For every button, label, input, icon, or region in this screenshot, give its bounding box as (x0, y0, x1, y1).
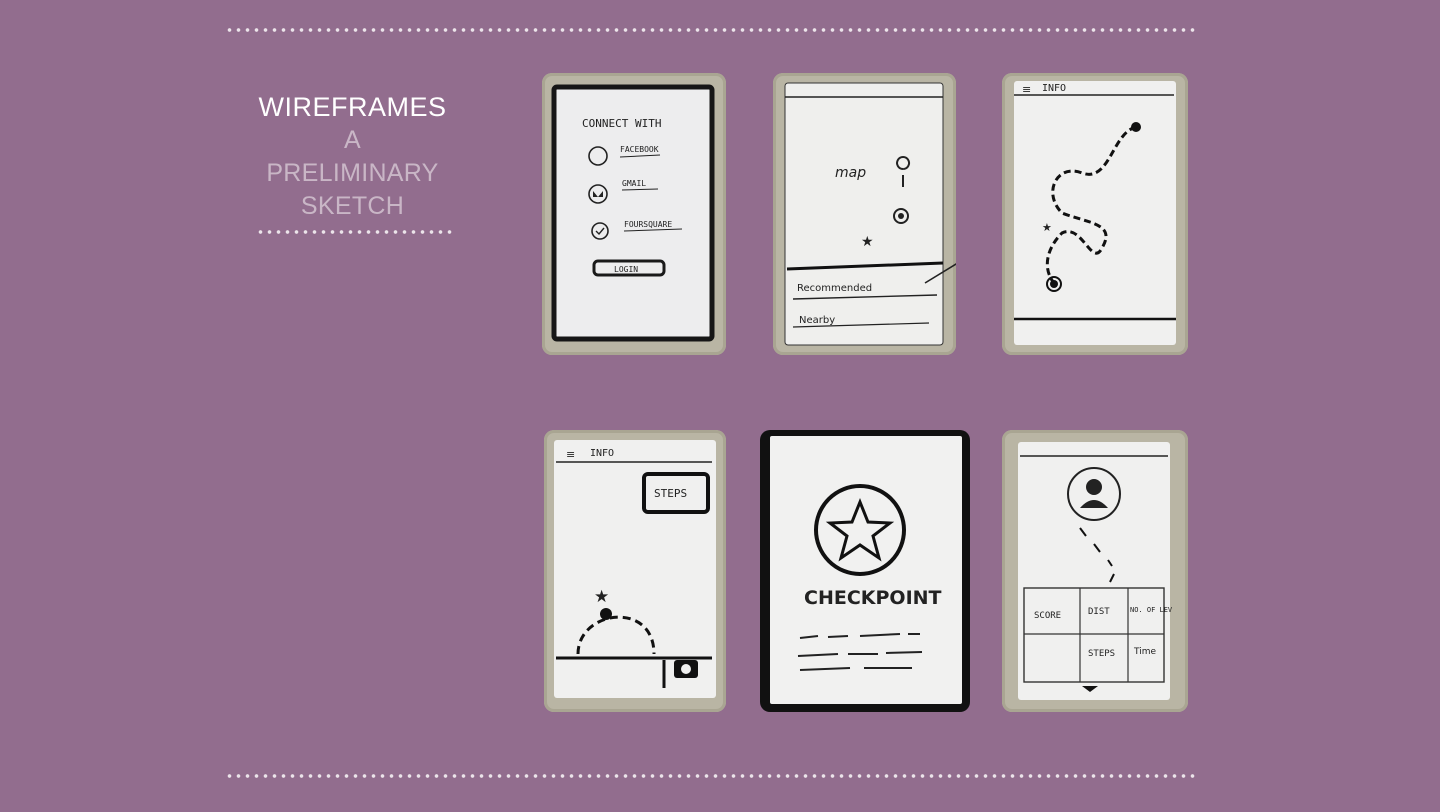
star-icon: ★ (594, 587, 609, 607)
checkpoint-wireframe-sketch: CHECKPOINT (760, 430, 970, 712)
steps-wireframe-sketch: ≡ INFO STEPS ★ (544, 430, 726, 712)
start-point-icon (1050, 280, 1058, 288)
section-recommended: Recommended (797, 283, 872, 294)
route-header: INFO (1042, 83, 1066, 94)
stats-wireframe-sketch: SCORE DIST NO. OF LEV STEPS Time (1002, 430, 1188, 712)
steps-header: INFO (590, 448, 614, 459)
login-option-facebook: FACEBOOK (620, 145, 659, 154)
subtitle-line-3: SKETCH (300, 192, 405, 220)
menu-icon: ≡ (1022, 83, 1031, 96)
map-wireframe-sketch: map ★ Recommended Nearby (773, 73, 956, 355)
top-dotted-divider (225, 28, 1197, 32)
login-heading: CONNECT WITH (582, 117, 661, 130)
login-option-foursquare: FOURSQUARE (624, 220, 672, 229)
login-option-gmail: GMAIL (622, 179, 646, 188)
bottom-dotted-divider (225, 774, 1197, 778)
title-block: WIREFRAMES A PRELIMINARY SKETCH (230, 90, 475, 234)
title-dotted-underline (256, 230, 454, 234)
route-wireframe-sketch: ≡ INFO ★ (1002, 73, 1188, 355)
subtitle-line-1: A (344, 126, 361, 154)
stat-score: SCORE (1034, 611, 1061, 621)
page-title: WIREFRAMES (258, 92, 447, 122)
login-wireframe-sketch: CONNECT WITH FACEBOOK GMAIL FOURSQUARE L… (542, 73, 726, 355)
map-label: map (835, 165, 866, 181)
small-star-icon: ★ (1042, 221, 1052, 234)
menu-icon: ≡ (566, 448, 575, 461)
login-button-label: LOGIN (614, 265, 638, 274)
subtitle-line-2: PRELIMINARY (266, 159, 439, 187)
stat-levels: NO. OF LEV (1130, 606, 1173, 614)
steps-button-label: STEPS (654, 487, 687, 500)
stat-time: Time (1133, 647, 1156, 657)
stat-steps: STEPS (1088, 649, 1115, 659)
stat-distance: DIST (1088, 607, 1110, 617)
star-icon: ★ (861, 234, 874, 250)
checkpoint-label: CHECKPOINT (804, 587, 942, 609)
section-nearby: Nearby (799, 315, 835, 326)
